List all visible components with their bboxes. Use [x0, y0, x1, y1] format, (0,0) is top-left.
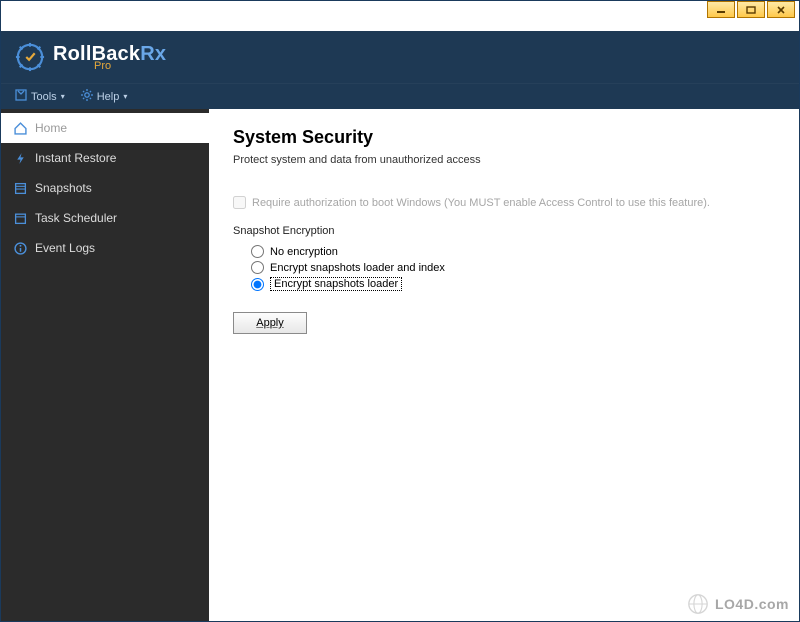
- maximize-button[interactable]: [737, 1, 765, 18]
- sidebar-item-label: Snapshots: [35, 181, 92, 195]
- close-button[interactable]: [767, 1, 795, 18]
- lightning-icon: [13, 151, 27, 165]
- encryption-section-label: Snapshot Encryption: [233, 225, 775, 237]
- app-window: RollBackRx Pro Tools ▾ Help ▾: [0, 0, 800, 622]
- globe-icon: [687, 593, 709, 615]
- minimize-button[interactable]: [707, 1, 735, 18]
- radio-loader-index[interactable]: Encrypt snapshots loader and index: [251, 261, 775, 274]
- radio-no-encryption-label: No encryption: [270, 246, 338, 258]
- radio-no-encryption[interactable]: No encryption: [251, 245, 775, 258]
- brand-subtitle: Pro: [94, 62, 166, 70]
- content-pane: System Security Protect system and data …: [209, 109, 799, 621]
- app-header: RollBackRx Pro Tools ▾ Help ▾: [1, 31, 799, 109]
- radio-loader-index-input[interactable]: [251, 261, 264, 274]
- watermark-text: LO4D.com: [715, 596, 789, 612]
- home-icon: [13, 121, 27, 135]
- require-auth-label: Require authorization to boot Windows (Y…: [252, 197, 710, 209]
- menu-help-label: Help: [97, 91, 120, 103]
- menu-tools[interactable]: Tools ▾: [15, 89, 65, 104]
- caret-down-icon: ▾: [123, 92, 127, 101]
- sidebar: Home Instant Restore Snapshots Task Sche…: [1, 109, 209, 621]
- sidebar-item-label: Home: [35, 121, 67, 135]
- watermark: LO4D.com: [687, 593, 789, 615]
- app-logo-icon: [15, 42, 45, 72]
- menu-tools-label: Tools: [31, 91, 57, 103]
- info-icon: [13, 241, 27, 255]
- require-auth-row: Require authorization to boot Windows (Y…: [233, 196, 775, 209]
- apply-button[interactable]: Apply: [233, 312, 307, 334]
- sidebar-item-instant-restore[interactable]: Instant Restore: [1, 143, 209, 173]
- radio-loader-input[interactable]: [251, 278, 264, 291]
- menu-help[interactable]: Help ▾: [81, 89, 128, 104]
- radio-no-encryption-input[interactable]: [251, 245, 264, 258]
- snapshots-icon: [13, 181, 27, 195]
- page-title: System Security: [233, 127, 775, 148]
- radio-loader-label: Encrypt snapshots loader: [270, 277, 402, 291]
- sidebar-item-snapshots[interactable]: Snapshots: [1, 173, 209, 203]
- tools-icon: [15, 89, 27, 104]
- app-body: Home Instant Restore Snapshots Task Sche…: [1, 109, 799, 621]
- window-titlebar: [1, 1, 799, 31]
- radio-loader[interactable]: Encrypt snapshots loader: [251, 277, 775, 291]
- calendar-icon: [13, 211, 27, 225]
- sidebar-item-label: Instant Restore: [35, 151, 116, 165]
- sidebar-item-task-scheduler[interactable]: Task Scheduler: [1, 203, 209, 233]
- sidebar-item-home[interactable]: Home: [1, 113, 209, 143]
- sidebar-item-label: Task Scheduler: [35, 211, 117, 225]
- sidebar-item-event-logs[interactable]: Event Logs: [1, 233, 209, 263]
- require-auth-checkbox: [233, 196, 246, 209]
- page-subtitle: Protect system and data from unauthorize…: [233, 154, 775, 166]
- brand: RollBackRx Pro: [1, 31, 799, 83]
- radio-loader-index-label: Encrypt snapshots loader and index: [270, 262, 445, 274]
- caret-down-icon: ▾: [61, 92, 65, 101]
- sidebar-item-label: Event Logs: [35, 241, 95, 255]
- gear-icon: [81, 89, 93, 104]
- menubar: Tools ▾ Help ▾: [1, 83, 799, 109]
